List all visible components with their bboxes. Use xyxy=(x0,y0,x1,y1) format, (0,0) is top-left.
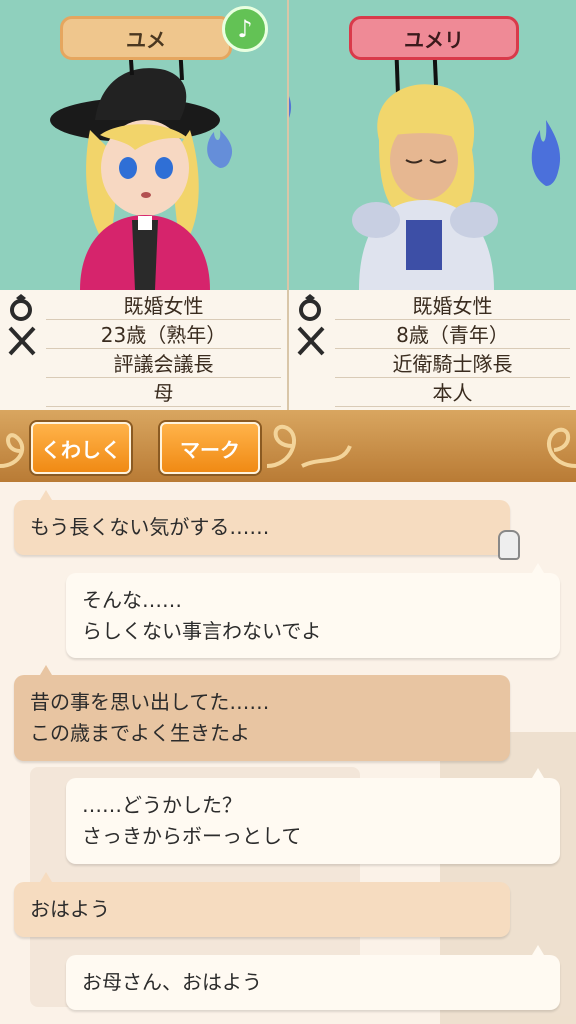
music-button[interactable]: ♪ xyxy=(222,6,268,52)
ring-icon xyxy=(10,294,32,321)
crossed-swords-icon xyxy=(8,326,36,356)
occupation: 評議会議長 xyxy=(46,348,281,378)
chat-bubble-right: そんな…… らしくない事言わないでよ xyxy=(66,563,560,658)
right-character-name: ユメリ xyxy=(349,16,519,60)
action-toolbar: くわしく マーク xyxy=(0,410,576,482)
message-line: ……どうかした？ xyxy=(82,793,242,817)
chat-bubble-right: ……どうかした？ さっきからボーっとして xyxy=(66,768,560,864)
mark-button[interactable]: マーク xyxy=(160,422,260,474)
yumeri-avatar xyxy=(352,40,498,290)
message-line: おはよう xyxy=(30,897,110,921)
message-line: お母さん、おはよう xyxy=(82,970,262,994)
ring-icon xyxy=(299,294,321,321)
blue-flame-icon xyxy=(289,96,292,118)
right-character-info: 既婚女性 8歳（青年） 近衛騎士隊長 本人 xyxy=(289,290,576,410)
yume-avatar xyxy=(50,44,220,290)
left-character-portrait: ユメ ♪ xyxy=(0,0,287,290)
pin-icon[interactable] xyxy=(498,530,520,560)
chat-bubble-left: 昔の事を思い出してた…… この歳までよく生きたよ xyxy=(14,665,510,761)
age: 8歳（青年） xyxy=(335,319,570,349)
chat-bubble-left: もう長くない気がする…… xyxy=(14,490,520,560)
relation: 母 xyxy=(46,377,281,407)
left-character-info: 既婚女性 23歳（熟年） 評議会議長 母 xyxy=(0,290,287,410)
message-line: もう長くない気がする…… xyxy=(30,515,270,539)
age: 23歳（熟年） xyxy=(46,319,281,349)
chat-log[interactable]: もう長くない気がする…… そんな…… らしくない事言わないでよ 昔の事を思い出し… xyxy=(0,482,576,1024)
chat-bubble-left: おはよう xyxy=(14,872,510,937)
left-character-name: ユメ xyxy=(60,16,232,60)
marital-status: 既婚女性 xyxy=(46,290,281,320)
crossed-swords-icon xyxy=(297,326,325,356)
details-button[interactable]: くわしく xyxy=(31,422,131,474)
message-line: らしくない事言わないでよ xyxy=(82,619,322,643)
ornament-icon xyxy=(546,427,576,468)
message-line: さっきからボーっとして xyxy=(82,824,302,848)
message-line: この歳までよく生きたよ xyxy=(30,721,250,745)
marital-status: 既婚女性 xyxy=(335,290,570,320)
message-line: 昔の事を思い出してた…… xyxy=(30,690,270,714)
chat-bubble-right: お母さん、おはよう xyxy=(66,945,560,1010)
right-character-portrait: ユメリ xyxy=(289,0,576,290)
occupation: 近衛騎士隊長 xyxy=(335,348,570,378)
music-note-icon: ♪ xyxy=(237,15,253,43)
ornament-icon xyxy=(266,424,352,468)
relation: 本人 xyxy=(335,377,570,407)
message-line: そんな…… xyxy=(82,588,182,612)
